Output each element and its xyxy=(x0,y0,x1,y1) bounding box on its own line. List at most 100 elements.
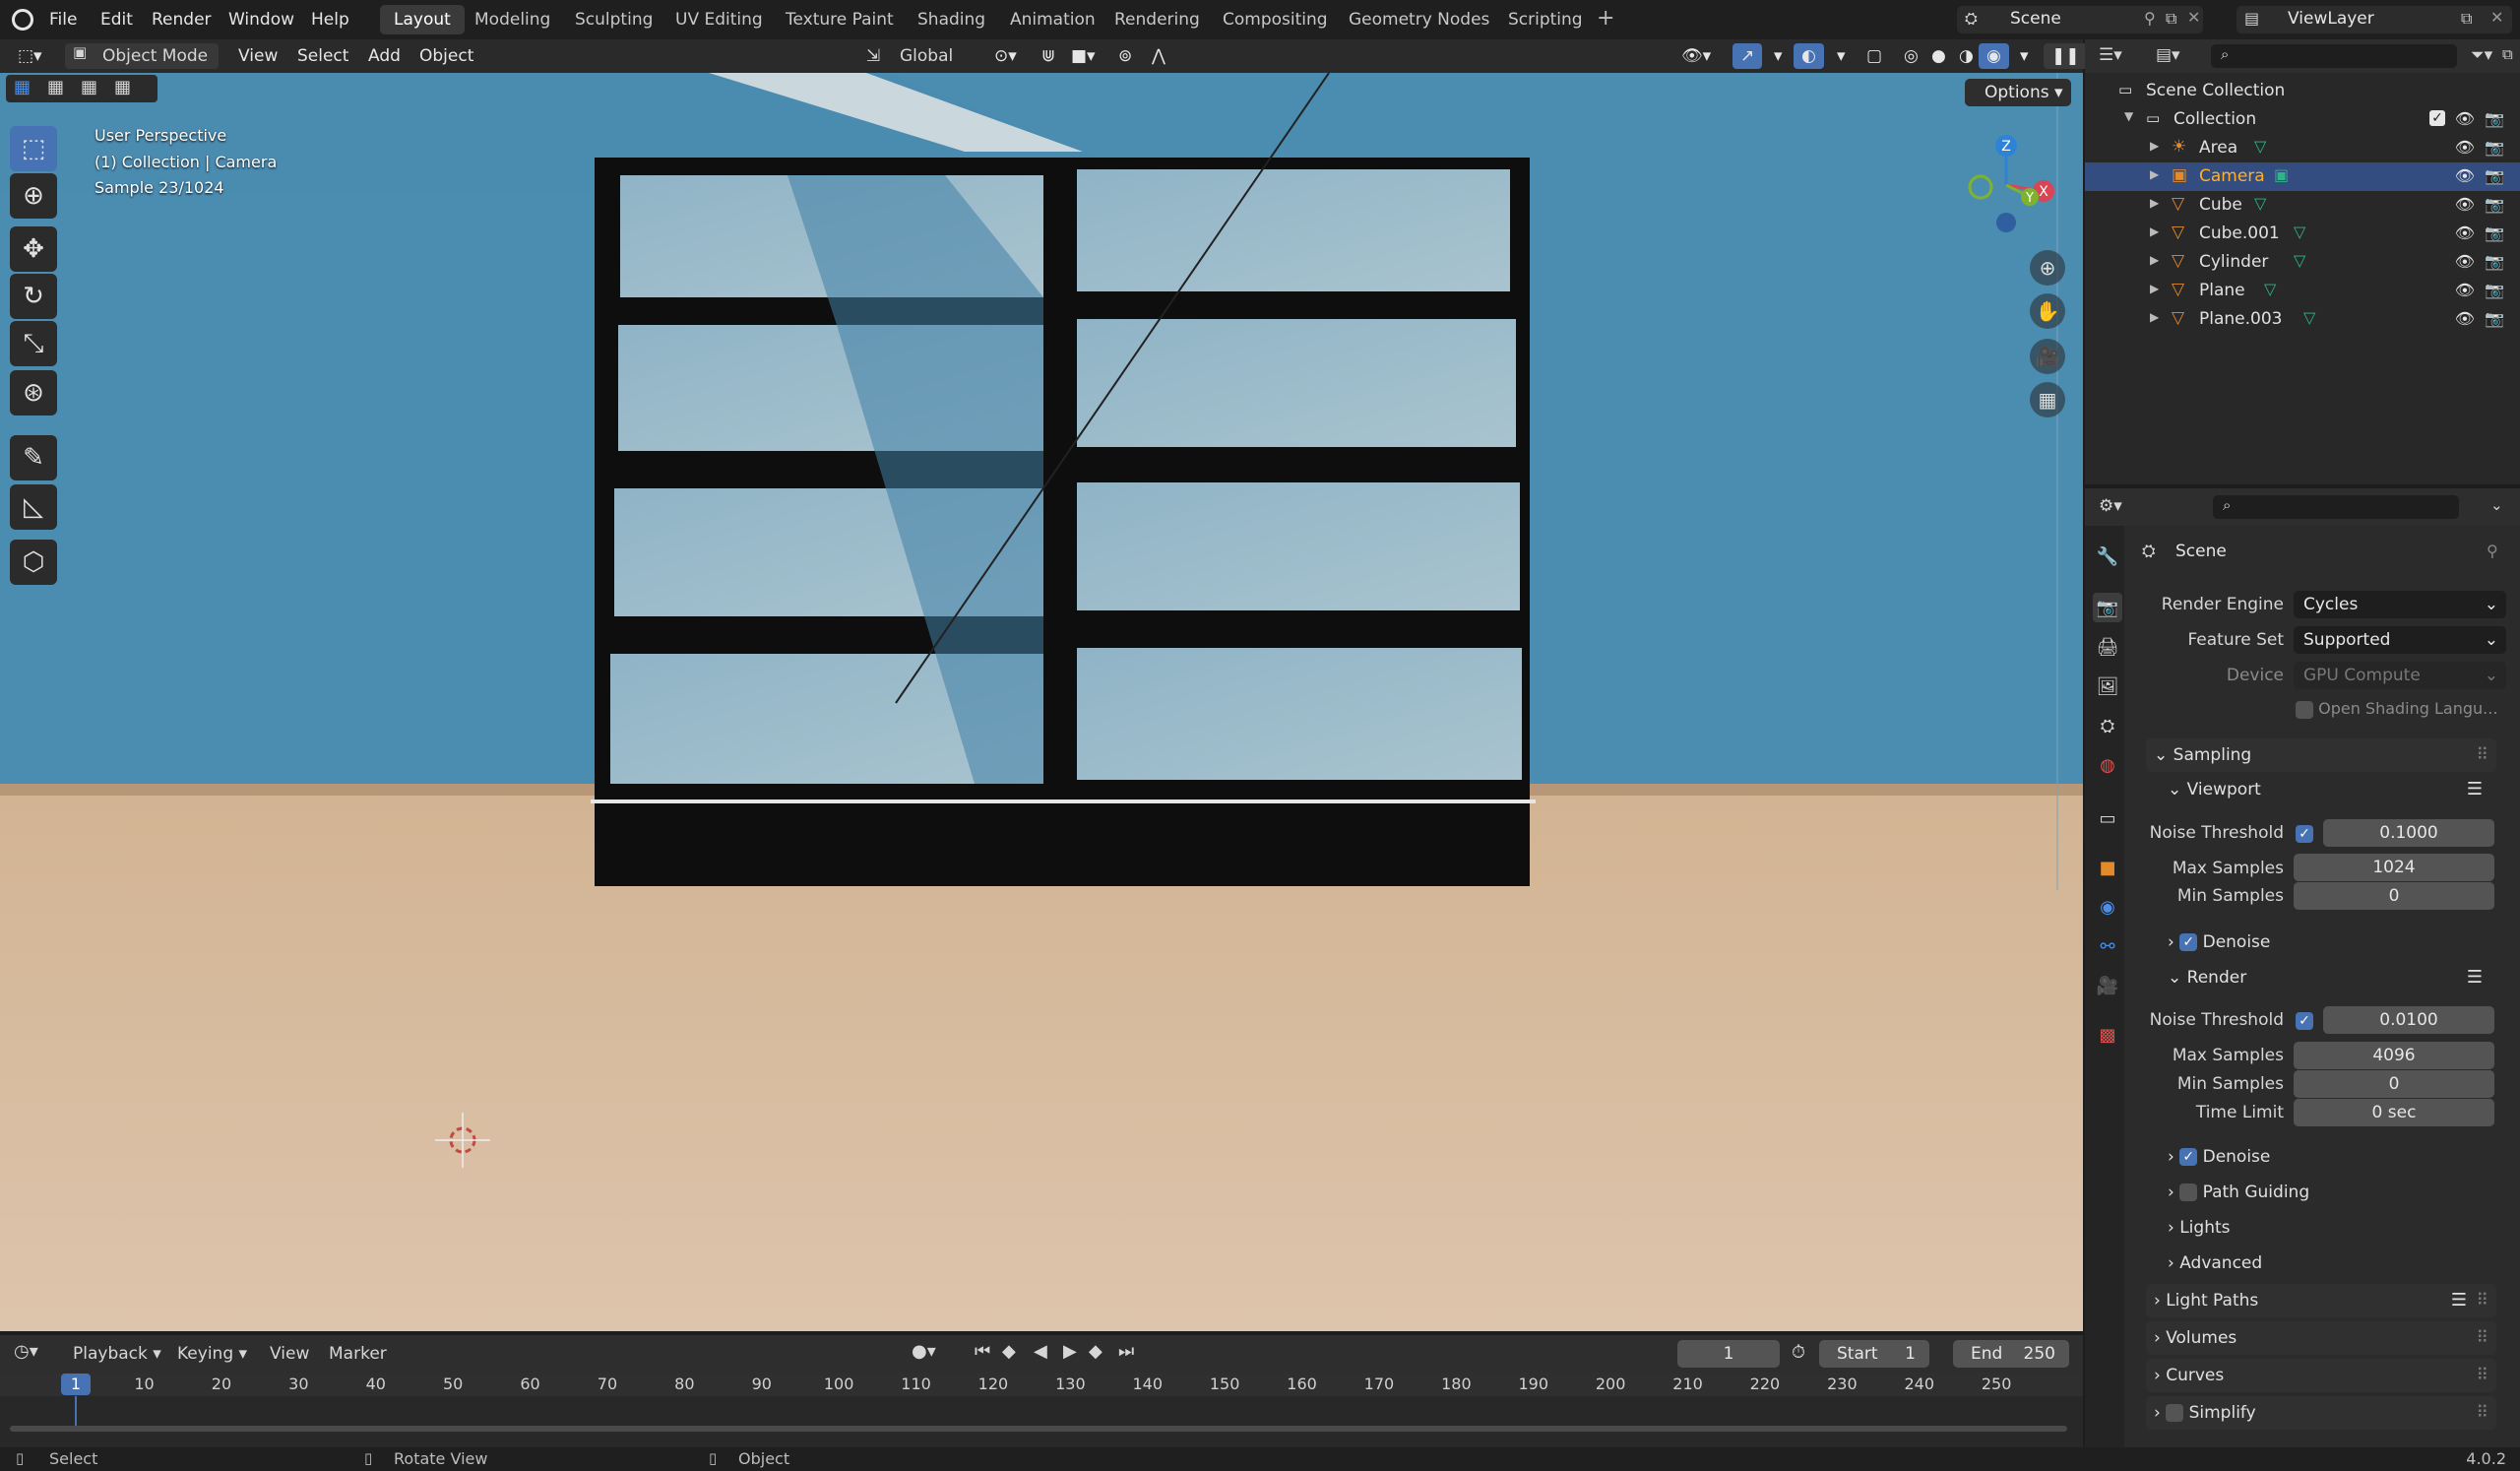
menu-marker[interactable]: Marker xyxy=(329,1344,387,1364)
device-dropdown[interactable]: GPU Compute ⌄ xyxy=(2294,662,2506,689)
jump-start-icon[interactable]: ⏮ xyxy=(975,1341,990,1362)
outliner-item[interactable]: ▶ ▽ Plane ▽ 👁 📷 xyxy=(2085,277,2520,305)
tab-geometry-nodes[interactable]: Geometry Nodes xyxy=(1335,5,1503,34)
camera-view-icon[interactable]: 🎥 xyxy=(2030,339,2065,374)
data-tab-icon[interactable]: 🎥 xyxy=(2093,971,2122,1000)
camera-data-icon[interactable]: ▣ xyxy=(2274,165,2289,184)
gizmo-toggle-icon[interactable]: ↗ xyxy=(1732,43,1763,69)
tab-uv-editing[interactable]: UV Editing xyxy=(662,5,777,34)
playhead[interactable]: 1 xyxy=(61,1374,91,1395)
simplify-panel[interactable]: › Simplify ⠿ xyxy=(2146,1396,2496,1430)
menu-help[interactable]: Help xyxy=(311,0,349,39)
outliner-item[interactable]: ▶ ▣ Camera ▣ 👁 📷 xyxy=(2085,162,2520,191)
mesh-data-icon[interactable]: ▽ xyxy=(2294,251,2305,270)
tab-rendering[interactable]: Rendering xyxy=(1101,5,1214,34)
new-scene-icon[interactable]: ⧉ xyxy=(2166,9,2176,29)
select-new-icon[interactable]: ▦ xyxy=(14,77,31,97)
curves-panel[interactable]: › Curves ⠿ xyxy=(2146,1359,2496,1392)
camera-render-icon[interactable]: 📷 xyxy=(2485,166,2504,185)
viewport-subpanel-header[interactable]: ⌄ Viewport ☰ xyxy=(2146,773,2496,806)
close-icon[interactable]: ✕ xyxy=(2490,8,2503,27)
mesh-data-icon[interactable]: ▽ xyxy=(2264,280,2276,298)
tab-animation[interactable]: Animation xyxy=(996,5,1109,34)
expand-icon[interactable]: ▶ xyxy=(2150,167,2159,181)
expand-icon[interactable]: ▶ xyxy=(2150,253,2159,267)
jump-end-icon[interactable]: ⏭ xyxy=(1118,1341,1134,1362)
rendered-shading-icon[interactable]: ◉ xyxy=(1979,43,2009,69)
camera-render-icon[interactable]: 📷 xyxy=(2485,252,2504,271)
camera-render-icon[interactable]: 📷 xyxy=(2485,195,2504,214)
scene-tab-icon[interactable]: ⛭ xyxy=(2093,711,2122,740)
options-dropdown[interactable]: Options ▾ xyxy=(1965,79,2071,106)
stopwatch-icon[interactable]: ⏱ xyxy=(1792,1342,1805,1363)
outliner-editor-icon[interactable]: ☰▾ xyxy=(2099,45,2122,65)
render-min-samples-field[interactable]: 0 xyxy=(2294,1070,2494,1098)
exclude-checkbox[interactable]: ✓ xyxy=(2429,110,2445,126)
path-guiding-subpanel[interactable]: › Path Guiding xyxy=(2146,1176,2496,1209)
tab-layout[interactable]: Layout xyxy=(380,5,465,34)
rotate-tool-icon[interactable]: ↻ xyxy=(10,274,57,319)
mode-dropdown[interactable]: ▣ Object Mode xyxy=(65,43,219,69)
presets-icon[interactable]: ☰ xyxy=(2467,773,2483,806)
viewport-max-samples-field[interactable]: 1024 xyxy=(2294,854,2494,881)
falloff-icon[interactable]: ⋀ xyxy=(1144,43,1173,69)
viewport-noise-threshold-checkbox[interactable]: ✓ xyxy=(2296,823,2313,843)
display-mode-icon[interactable]: ▤▾ xyxy=(2156,45,2180,65)
outliner-item[interactable]: ▶ ▽ Plane.003 ▽ 👁 📷 xyxy=(2085,305,2520,334)
scene-collection-row[interactable]: ▭ Scene Collection xyxy=(2085,77,2520,105)
annotate-tool-icon[interactable]: ✎ xyxy=(10,435,57,480)
tab-modeling[interactable]: Modeling xyxy=(461,5,564,34)
mesh-data-icon[interactable]: ▽ xyxy=(2303,308,2315,327)
collapse-icon[interactable]: ▼ xyxy=(2124,109,2133,123)
eye-icon[interactable]: 👁 xyxy=(2455,252,2475,271)
tool-tab-icon[interactable]: 🔧 xyxy=(2093,542,2122,571)
tab-texture-paint[interactable]: Texture Paint xyxy=(772,5,908,34)
menu-select[interactable]: Select xyxy=(289,43,356,69)
collection-row[interactable]: ▼ ▭ Collection ✓ 👁 📷 xyxy=(2085,105,2520,134)
overlay-toggle-icon[interactable]: ◐ xyxy=(1794,43,1824,69)
play-icon[interactable]: ▶ xyxy=(1063,1341,1077,1362)
viewport-min-samples-field[interactable]: 0 xyxy=(2294,882,2494,910)
render-denoise-subpanel[interactable]: › ✓ Denoise xyxy=(2146,1140,2496,1174)
add-workspace-icon[interactable]: + xyxy=(1597,6,1614,31)
volumes-panel[interactable]: › Volumes ⠿ xyxy=(2146,1321,2496,1355)
camera-render-icon[interactable]: 📷 xyxy=(2485,309,2504,328)
light-data-icon[interactable]: ▽ xyxy=(2254,137,2266,156)
viewport-denoise-subpanel[interactable]: › ✓ Denoise xyxy=(2146,926,2496,959)
outliner-item[interactable]: ▶ ▽ Cylinder ▽ 👁 📷 xyxy=(2085,248,2520,277)
outliner-search-input[interactable]: ⌕ xyxy=(2211,44,2457,68)
pin-icon[interactable]: ⚲ xyxy=(2144,9,2156,28)
select-box-tool-icon[interactable]: ⬚ xyxy=(10,126,57,171)
record-icon[interactable]: ●▾ xyxy=(912,1341,936,1362)
timeline-scrollbar[interactable] xyxy=(10,1426,2067,1432)
eye-icon[interactable]: 👁 xyxy=(2455,109,2475,128)
pivot-icon[interactable]: ⊙▾ xyxy=(986,43,1025,69)
outliner-item[interactable]: ▶ ▽ Cube.001 ▽ 👁 📷 xyxy=(2085,220,2520,248)
menu-view[interactable]: View xyxy=(230,43,285,69)
render-max-samples-field[interactable]: 4096 xyxy=(2294,1042,2494,1069)
properties-search-input[interactable]: ⌕ xyxy=(2213,495,2459,519)
visibility-icon[interactable]: 👁▾ xyxy=(1673,43,1719,69)
menu-render[interactable]: Render xyxy=(152,0,212,39)
snap-target-icon[interactable]: ■▾ xyxy=(1063,43,1103,69)
advanced-subpanel[interactable]: › Advanced xyxy=(2146,1247,2496,1280)
material-shading-icon[interactable]: ◑ xyxy=(1951,43,1982,69)
light-paths-panel[interactable]: › Light Paths ☰ ⠿ xyxy=(2146,1284,2496,1317)
eye-icon[interactable]: 👁 xyxy=(2455,309,2475,328)
constraints-tab-icon[interactable]: ⚯ xyxy=(2093,931,2122,961)
eye-icon[interactable]: 👁 xyxy=(2455,138,2475,157)
blender-logo-icon[interactable] xyxy=(12,9,33,31)
view-layer-selector[interactable]: ▤ ViewLayer ⧉ ✕ xyxy=(2236,6,2512,33)
perspective-toggle-icon[interactable]: ▦ xyxy=(2030,382,2065,417)
outliner-item[interactable]: ▶ ▽ Cube ▽ 👁 📷 xyxy=(2085,191,2520,220)
pause-render-icon[interactable]: ❚❚ xyxy=(2044,43,2088,69)
expand-icon[interactable]: ▶ xyxy=(2150,139,2159,153)
lights-subpanel[interactable]: › Lights xyxy=(2146,1211,2496,1245)
select-mode-buttons[interactable]: ▦ ▦ ▦ ▦ xyxy=(6,75,158,102)
proportional-edit-icon[interactable]: ⊚ xyxy=(1110,43,1140,69)
menu-window[interactable]: Window xyxy=(228,0,294,39)
zoom-icon[interactable]: ⊕ xyxy=(2030,250,2065,286)
menu-view[interactable]: View xyxy=(270,1344,309,1364)
expand-icon[interactable]: ▶ xyxy=(2150,310,2159,324)
mesh-data-icon[interactable]: ▽ xyxy=(2254,194,2266,213)
